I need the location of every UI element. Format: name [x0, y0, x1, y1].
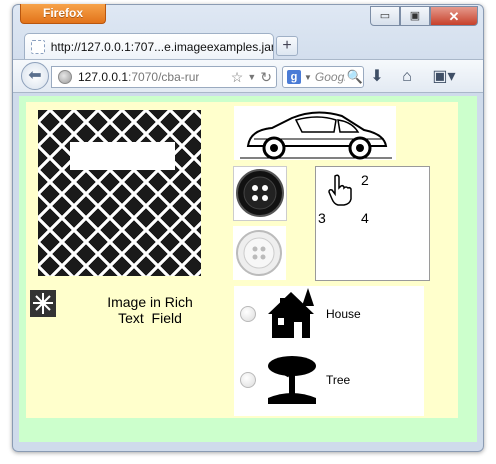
home-button[interactable]: ⌂ — [395, 66, 419, 88]
content-panel: 2 3 4 Image in Rich Text Field House Tre… — [26, 102, 458, 418]
beetle-car-icon — [240, 111, 392, 160]
white-button-image — [233, 226, 286, 280]
new-tab-button[interactable]: + — [276, 36, 298, 56]
navigation-bar: ⬅ 127.0.0.1 :7070/cba-rur ☆ ▼ ↻ g ▼ Goog… — [13, 59, 483, 93]
search-input[interactable]: Googl — [315, 70, 345, 84]
close-button[interactable]: ✕ — [430, 6, 478, 26]
page-favicon-icon — [31, 39, 45, 54]
rich-text-line-1: Image in Rich — [107, 294, 193, 310]
white-button-icon — [236, 230, 282, 276]
dropdown-icon[interactable]: ▼ — [247, 68, 256, 86]
pattern-label-box — [70, 142, 175, 170]
firefox-menu-button[interactable]: Firefox — [20, 4, 106, 24]
minimize-button[interactable]: ▭ — [370, 6, 400, 26]
download-button[interactable]: ⬇ — [365, 66, 389, 88]
cursor-label-3: 3 — [318, 210, 326, 226]
radio-button-house[interactable] — [240, 306, 256, 322]
cursor-label-4: 4 — [361, 210, 369, 226]
cursor-label-2: 2 — [361, 172, 369, 188]
radio-button-tree[interactable] — [240, 372, 256, 388]
car-image — [234, 106, 396, 160]
black-button-icon — [236, 169, 284, 217]
rich-text-field: Image in Rich Text Field — [90, 294, 210, 326]
house-icon — [268, 288, 314, 338]
page-background: 2 3 4 Image in Rich Text Field House Tre… — [19, 96, 477, 442]
url-path: :7070/cba-rur — [128, 70, 200, 84]
black-button-image — [233, 166, 287, 221]
download-arrow-icon: ⬇ — [370, 68, 384, 85]
search-icon[interactable]: 🔍 — [347, 69, 363, 85]
search-engine-dropdown-icon[interactable]: ▼ — [304, 73, 312, 82]
window-controls: ▭ ▣ ✕ — [370, 6, 478, 26]
url-bar[interactable]: 127.0.0.1 :7070/cba-rur ☆ ▼ ↻ — [51, 66, 277, 88]
radio-option-house[interactable]: House — [240, 286, 361, 342]
url-host: 127.0.0.1 — [78, 70, 129, 84]
star-icon[interactable]: ☆ — [231, 68, 244, 86]
maximize-button[interactable]: ▣ — [400, 6, 430, 26]
bookmarks-menu-button[interactable]: ▣▾ — [427, 66, 461, 88]
snowflake-icon — [33, 293, 53, 314]
bookmarks-menu-icon: ▣▾ — [432, 68, 456, 85]
rich-text-line-2: Text Field — [118, 310, 182, 326]
radio-label-house: House — [326, 307, 361, 321]
google-icon: g — [287, 70, 301, 84]
snowflake-image — [30, 290, 56, 317]
arrow-left-icon: ⬅ — [28, 67, 42, 84]
browser-tab[interactable]: http://127.0.0.1:707...e.imageexamples.j… — [24, 33, 274, 59]
home-icon: ⌂ — [402, 68, 412, 85]
radio-option-tree[interactable]: Tree — [240, 352, 350, 408]
back-button[interactable]: ⬅ — [21, 62, 49, 90]
radio-group: House Tree — [234, 286, 424, 416]
globe-icon — [58, 70, 72, 84]
tab-title: http://127.0.0.1:707...e.imageexamples.j… — [50, 39, 273, 54]
radio-label-tree: Tree — [326, 373, 351, 387]
hand-cursor-icon — [328, 174, 352, 206]
reload-icon[interactable]: ↻ — [260, 68, 272, 86]
search-bar[interactable]: g ▼ Googl 🔍 — [282, 66, 364, 88]
pattern-image — [38, 110, 201, 276]
tree-icon — [268, 356, 316, 404]
cursor-panel: 2 3 4 — [315, 166, 430, 281]
